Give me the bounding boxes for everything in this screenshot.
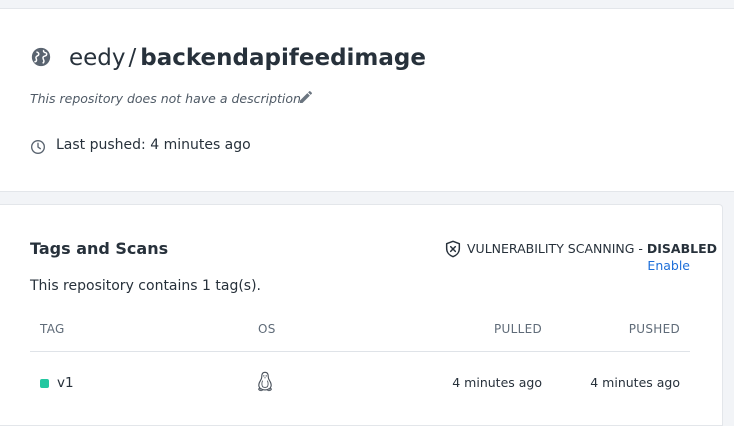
tag-status-indicator xyxy=(40,379,49,388)
enable-scanning-link[interactable]: Enable xyxy=(647,258,690,273)
pencil-icon[interactable] xyxy=(298,89,314,105)
column-header-os: OS xyxy=(258,322,276,336)
section-title: Tags and Scans xyxy=(30,239,169,258)
tags-and-scans-panel: Tags and Scans VULNERABILITY SCANNING - … xyxy=(0,204,723,426)
column-header-pulled: PULLED xyxy=(493,322,542,336)
vulnerability-scanning-label: VULNERABILITY SCANNING - xyxy=(467,241,647,256)
globe-icon xyxy=(31,47,51,67)
tag-count-text: This repository contains 1 tag(s). xyxy=(30,278,261,294)
last-pushed-text: Last pushed: 4 minutes ago xyxy=(56,137,251,153)
title-separator: / xyxy=(128,45,137,71)
repository-title: eedy / backendapifeedimage xyxy=(69,44,426,72)
pulled-time: 4 minutes ago xyxy=(452,375,542,390)
tag-name-link[interactable]: v1 xyxy=(57,375,74,391)
vulnerability-scanning-status: VULNERABILITY SCANNING - DISABLED xyxy=(467,241,717,256)
column-header-tag: TAG xyxy=(40,322,65,336)
pushed-time: 4 minutes ago xyxy=(590,375,680,390)
repository-header: eedy / backendapifeedimage This repository… xyxy=(0,8,734,192)
clock-icon xyxy=(31,140,45,154)
shield-icon xyxy=(445,240,461,258)
repository-description: This repository does not have a descript… xyxy=(30,91,301,106)
table-divider xyxy=(30,351,690,352)
repository-namespace[interactable]: eedy xyxy=(69,45,126,71)
repository-name: backendapifeedimage xyxy=(140,45,426,71)
column-header-pushed: PUSHED xyxy=(628,322,680,336)
linux-icon xyxy=(258,371,272,392)
vulnerability-scanning-state: DISABLED xyxy=(646,241,718,256)
